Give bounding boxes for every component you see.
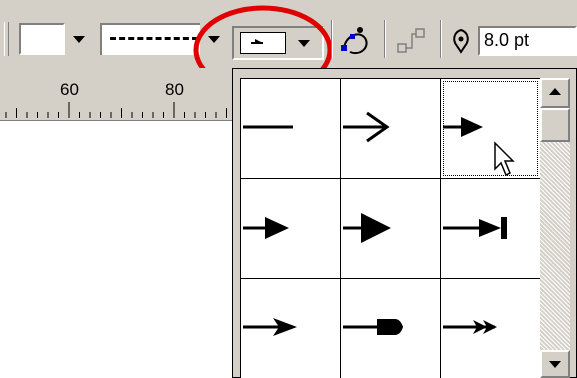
fill-color-swatch[interactable] xyxy=(19,23,65,55)
chevron-up-icon xyxy=(549,88,561,95)
chevron-down-icon xyxy=(73,36,85,43)
mouse-cursor-icon xyxy=(494,141,515,177)
filled-arrow-large-icon xyxy=(343,213,391,243)
open-arrow-icon xyxy=(343,111,390,143)
round-head-arrow-icon xyxy=(343,319,403,335)
line-width-value: 8.0 pt xyxy=(484,30,530,50)
fill-color-dropdown-button[interactable] xyxy=(70,29,90,49)
scroll-thumb[interactable] xyxy=(540,108,570,142)
scroll-down-button[interactable] xyxy=(540,350,570,378)
filled-arrow-icon xyxy=(243,217,289,239)
horizontal-ruler: 60 80 xyxy=(0,68,232,121)
arrow-style-barbed-arrow[interactable] xyxy=(241,279,340,378)
toolbar-separator xyxy=(384,20,386,58)
arrow-style-filled-arrow[interactable] xyxy=(241,179,340,278)
arrow-style-round-head-arrow[interactable] xyxy=(341,279,440,378)
arrow-style-plain-line[interactable] xyxy=(241,79,340,178)
arrow-style-scrollbar[interactable] xyxy=(540,78,570,378)
line-width-input[interactable]: 8.0 pt xyxy=(478,26,577,56)
arrow-style-filled-arrow-small[interactable] xyxy=(441,79,540,178)
scroll-up-button[interactable] xyxy=(540,78,570,108)
arrow-to-bar-icon xyxy=(443,217,507,239)
line-style-swatch[interactable] xyxy=(100,23,200,55)
edit-points-icon[interactable] xyxy=(336,22,376,62)
ruler-ticks xyxy=(5,102,227,118)
toolbar-separator xyxy=(440,20,442,58)
dashed-line-icon xyxy=(110,37,198,40)
arrow-style-open-arrow[interactable] xyxy=(341,79,440,178)
barbed-arrow-icon xyxy=(243,318,297,336)
arrow-style-grid xyxy=(240,78,540,378)
chevron-down-icon xyxy=(549,361,561,368)
drawing-canvas[interactable] xyxy=(0,121,232,378)
filled-arrow-small-icon xyxy=(443,117,483,137)
arrow-style-filled-arrow-large[interactable] xyxy=(341,179,440,278)
connector-icon[interactable] xyxy=(394,26,430,58)
arrow-style-double-barbed-arrow[interactable] xyxy=(441,279,540,378)
plain-line-icon xyxy=(243,125,293,129)
toolbar-grip[interactable] xyxy=(4,22,9,56)
toolbar-separator xyxy=(331,20,333,58)
scroll-track[interactable] xyxy=(540,142,570,350)
arrow-style-arrow-to-bar[interactable] xyxy=(441,179,540,278)
double-barbed-arrow-icon xyxy=(443,320,497,334)
line-width-icon xyxy=(453,28,469,54)
toolbar: 8.0 pt xyxy=(0,0,577,95)
